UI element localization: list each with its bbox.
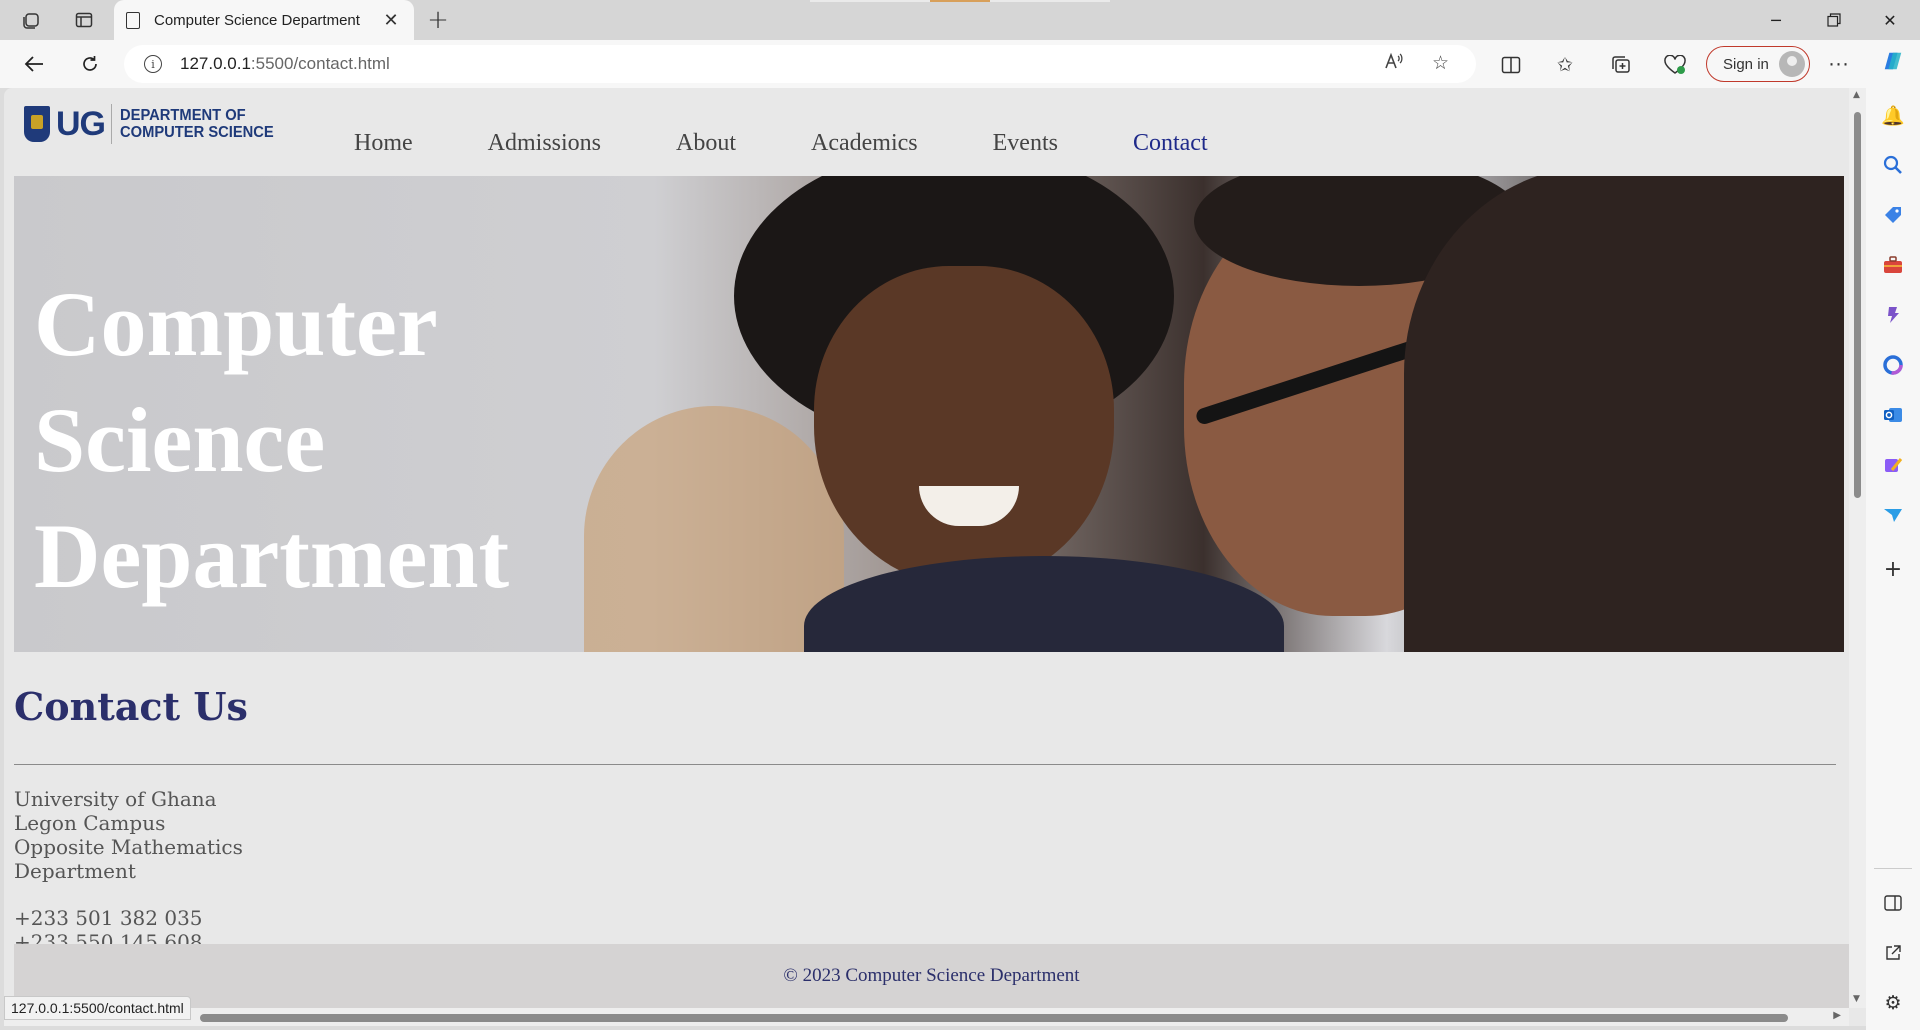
hero-title-line: Computer <box>34 273 438 375</box>
address-line: Department <box>14 859 136 883</box>
scroll-down-icon[interactable]: ▼ <box>1853 994 1860 1004</box>
collections-icon[interactable] <box>1606 50 1636 80</box>
address-line: University of Ghana <box>14 787 217 811</box>
outlook-icon[interactable] <box>1882 404 1904 426</box>
nav-contact[interactable]: Contact <box>1133 130 1208 157</box>
scroll-right-icon[interactable]: ▶ <box>1833 1010 1841 1021</box>
sign-in-button[interactable]: Sign in <box>1706 46 1810 82</box>
vertical-scrollbar[interactable]: ▲ ▼ <box>1849 88 1866 1008</box>
page-viewport: UG DEPARTMENT OF COMPUTER SCIENCE Home A… <box>4 88 1866 1026</box>
vertical-tabs-icon[interactable] <box>66 6 102 34</box>
hero-banner: Computer Science Department <box>14 176 1844 652</box>
address-line: Legon Campus <box>14 811 166 835</box>
horizontal-scrollbar[interactable]: ▶ <box>4 1008 1849 1026</box>
url-text: 127.0.0.1:5500/contact.html <box>180 54 390 74</box>
browser-essentials-icon[interactable] <box>1660 50 1690 80</box>
site-footer: © 2023 Computer Science Department <box>14 944 1849 1008</box>
copilot-icon[interactable] <box>1882 50 1904 72</box>
logo-text: DEPARTMENT OF COMPUTER SCIENCE <box>120 107 274 141</box>
phone-number: +233 501 382 035 <box>14 906 203 930</box>
tab-title: Computer Science Department <box>154 11 360 29</box>
ug-crest-icon <box>24 106 50 142</box>
address-block: University of Ghana Legon Campus Opposit… <box>14 787 243 883</box>
games-icon[interactable] <box>1882 304 1904 326</box>
nav-events[interactable]: Events <box>993 130 1058 157</box>
microsoft-365-icon[interactable] <box>1882 354 1904 376</box>
split-screen-icon[interactable] <box>1496 50 1526 80</box>
url-path: :5500/contact.html <box>250 54 390 73</box>
hero-photo-person-1 <box>584 406 844 652</box>
address-bar: i 127.0.0.1:5500/contact.html ☆ ✩ Sign i… <box>0 40 1920 88</box>
logo-divider <box>111 104 112 144</box>
hero-title-line: Science <box>34 389 326 491</box>
notifications-bell-icon[interactable]: 🔔 <box>1881 104 1905 127</box>
sign-in-label: Sign in <box>1723 55 1769 73</box>
url-field[interactable]: i 127.0.0.1:5500/contact.html ☆ <box>124 45 1476 83</box>
footer-text: © 2023 Computer Science Department <box>783 965 1080 986</box>
hero-photo-person-2-face <box>814 266 1114 586</box>
logo-mark: UG <box>56 104 106 143</box>
restore-icon[interactable] <box>1806 0 1862 40</box>
new-tab-icon[interactable]: + <box>420 5 456 35</box>
refresh-icon[interactable] <box>72 48 108 80</box>
vertical-scroll-thumb[interactable] <box>1854 112 1861 498</box>
active-tab[interactable]: Computer Science Department ✕ <box>114 0 414 40</box>
horizontal-scroll-thumb[interactable] <box>200 1014 1788 1022</box>
hero-photo-person-2-shirt <box>804 556 1284 652</box>
favorites-icon[interactable]: ✩ <box>1550 50 1580 80</box>
external-link-icon[interactable] <box>1882 942 1904 964</box>
nav-admissions[interactable]: Admissions <box>488 130 601 157</box>
nav-home[interactable]: Home <box>354 130 413 157</box>
hero-title-line: Department <box>34 505 510 607</box>
sidebar-divider <box>1874 868 1912 869</box>
tab-actions-icon[interactable] <box>14 6 50 34</box>
designer-icon[interactable] <box>1882 454 1904 476</box>
settings-gear-icon[interactable]: ⚙ <box>1882 992 1904 1014</box>
hide-sidebar-icon[interactable] <box>1882 892 1904 914</box>
info-icon[interactable]: i <box>144 55 162 73</box>
close-window-icon[interactable]: ✕ <box>1862 0 1918 40</box>
shopping-tag-icon[interactable] <box>1882 204 1904 226</box>
search-icon[interactable] <box>1882 154 1904 176</box>
url-host: 127.0.0.1 <box>180 54 251 73</box>
nav-about[interactable]: About <box>676 130 736 157</box>
tab-bar: Computer Science Department ✕ + ─ ✕ <box>0 0 1920 40</box>
site-logo[interactable]: UG DEPARTMENT OF COMPUTER SCIENCE <box>24 104 287 144</box>
back-icon[interactable] <box>16 48 52 80</box>
favorite-star-icon[interactable]: ☆ <box>1432 52 1449 74</box>
tools-briefcase-icon[interactable] <box>1882 254 1904 276</box>
nav-academics[interactable]: Academics <box>811 130 918 157</box>
add-sidebar-app-icon[interactable]: + <box>1882 557 1904 582</box>
close-tab-icon[interactable]: ✕ <box>380 10 402 31</box>
logo-line-2: COMPUTER SCIENCE <box>120 124 274 141</box>
document-icon <box>126 11 140 29</box>
divider <box>14 764 1836 765</box>
contact-heading: Contact Us <box>14 684 248 729</box>
status-bar-url: 127.0.0.1:5500/contact.html <box>4 996 191 1020</box>
edge-sidebar: 🔔 + ⚙ <box>1866 40 1920 1030</box>
minimize-icon[interactable]: ─ <box>1748 0 1804 40</box>
profile-avatar <box>1779 51 1805 77</box>
logo-line-1: DEPARTMENT OF <box>120 107 246 124</box>
send-icon[interactable] <box>1882 504 1904 526</box>
loading-strip <box>810 0 1110 2</box>
scroll-up-icon[interactable]: ▲ <box>1853 90 1860 100</box>
hero-photo-person-4 <box>1404 176 1844 652</box>
address-line: Opposite Mathematics <box>14 835 243 859</box>
more-icon[interactable]: ··· <box>1824 50 1854 80</box>
site-header: UG DEPARTMENT OF COMPUTER SCIENCE Home A… <box>4 88 1849 176</box>
hero-title: Computer Science Department <box>34 266 509 614</box>
read-aloud-icon[interactable] <box>1384 52 1404 75</box>
main-nav: Home Admissions About Academics Events C… <box>354 130 1283 157</box>
